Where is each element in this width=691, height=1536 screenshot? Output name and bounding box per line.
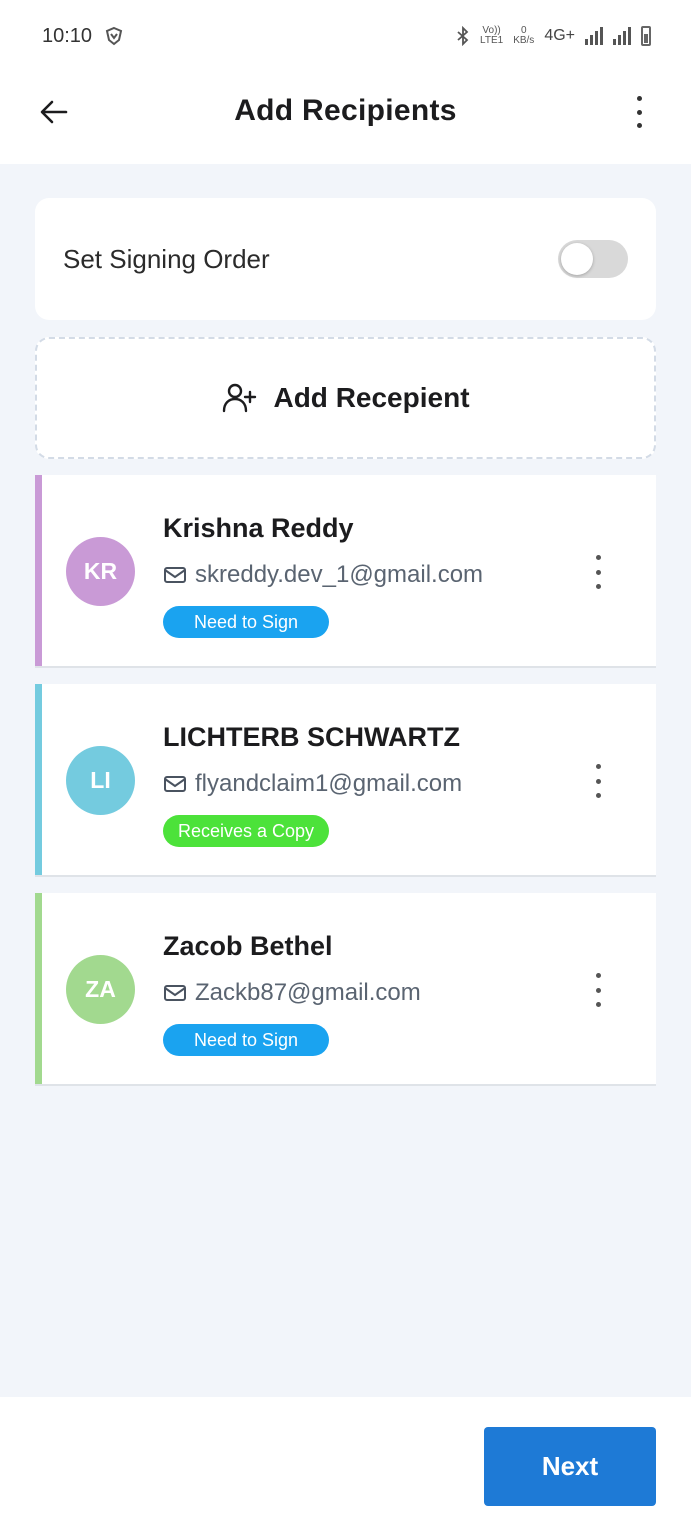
network-speed: 0 KB/s (513, 25, 535, 46)
toggle-knob (561, 243, 593, 275)
recipient-email: skreddy.dev_1@gmail.com (195, 561, 484, 588)
volte-indicator: Vo)) LTE1 (480, 25, 504, 46)
status-bar: 10:10 Vo)) LTE1 0 KB/s 4G+ (0, 0, 691, 72)
recipient-name: LICHTERB SCHWARTZ (163, 722, 460, 752)
page-title: Add Recipients (234, 94, 457, 127)
card-accent-bar (35, 893, 42, 1084)
next-button[interactable]: Next (484, 1427, 656, 1506)
add-recipient-button[interactable]: Add Recepient (35, 337, 656, 459)
recipient-name: Zacob Bethel (163, 931, 333, 961)
add-recipient-label: Add Recepient (273, 382, 470, 413)
recipient-email-row: flyandclaim1@gmail.com (163, 770, 462, 798)
signing-order-card: Set Signing Order (35, 198, 656, 320)
recipient-more-icon[interactable] (593, 764, 603, 798)
network-type: 4G+ (544, 27, 575, 44)
signing-order-toggle[interactable] (558, 240, 628, 278)
mail-icon (164, 985, 186, 1001)
signing-order-label: Set Signing Order (63, 243, 270, 274)
signal-icon (613, 27, 631, 45)
overflow-menu-icon[interactable] (627, 94, 651, 130)
recipient-name: Krishna Reddy (163, 513, 354, 543)
mail-icon (164, 776, 186, 792)
battery-icon (641, 26, 651, 46)
recipient-more-icon[interactable] (593, 973, 603, 1007)
avatar: KR (66, 537, 135, 606)
footer-bar: Next (0, 1397, 691, 1536)
avatar: LI (66, 746, 135, 815)
recipient-more-icon[interactable] (593, 555, 603, 589)
bluetooth-icon (457, 26, 469, 46)
role-badge: Need to Sign (163, 606, 329, 638)
recipient-card[interactable]: KR Krishna Reddy skreddy.dev_1@gmail.com… (35, 475, 656, 668)
add-user-icon (223, 383, 257, 413)
recipient-email: Zackb87@gmail.com (195, 979, 421, 1006)
role-badge: Receives a Copy (163, 815, 329, 847)
recipient-card[interactable]: ZA Zacob Bethel Zackb87@gmail.com Need t… (35, 893, 656, 1086)
vpn-shield-icon (105, 26, 123, 46)
recipient-email-row: skreddy.dev_1@gmail.com (163, 561, 483, 589)
avatar: ZA (66, 955, 135, 1024)
mail-icon (164, 567, 186, 583)
back-arrow-icon[interactable] (36, 94, 72, 130)
recipient-email: flyandclaim1@gmail.com (195, 770, 463, 797)
recipient-email-row: Zackb87@gmail.com (163, 979, 421, 1007)
clock: 10:10 (42, 24, 93, 47)
app-bar: Add Recipients (0, 72, 691, 164)
recipient-card[interactable]: LI LICHTERB SCHWARTZ flyandclaim1@gmail.… (35, 684, 656, 877)
signal-icon (585, 27, 603, 45)
role-badge: Need to Sign (163, 1024, 329, 1056)
card-accent-bar (35, 684, 42, 875)
card-accent-bar (35, 475, 42, 666)
